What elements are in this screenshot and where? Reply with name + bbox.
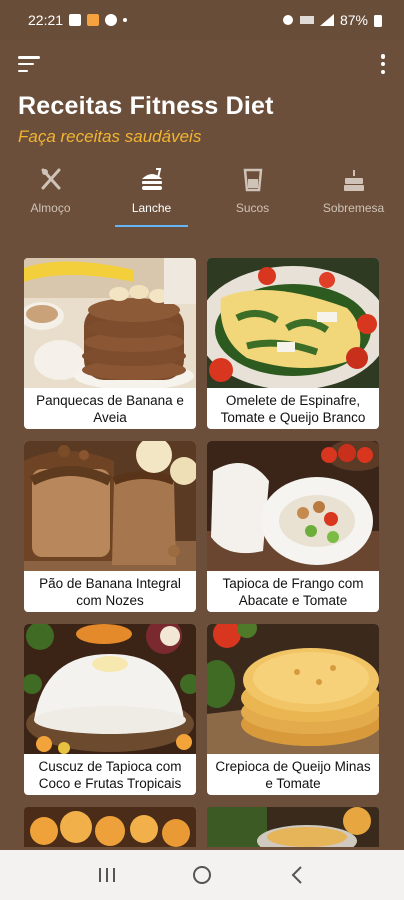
alarm-icon: [282, 15, 293, 25]
recipe-card[interactable]: Tapioca de Frango com Abacate e Tomate: [207, 441, 379, 612]
tab-almoco[interactable]: Almoço: [0, 161, 101, 227]
cup-icon: [243, 168, 262, 192]
page-subtitle: Faça receitas saudáveis: [18, 127, 202, 146]
page-title: Receitas Fitness Diet: [18, 92, 274, 120]
more-options-icon[interactable]: [380, 54, 386, 74]
recipe-grid: Panquecas de Banana e Aveia Omelete de E…: [24, 258, 380, 847]
app-notification-icon: [87, 14, 100, 26]
category-tabs: Almoço Lanche Sucos Sobremesa: [0, 161, 404, 227]
recipe-title: Panquecas de Banana e Aveia: [36, 392, 184, 425]
recipe-title: Pão de Banana Integral com Nozes: [39, 575, 181, 608]
system-nav-bar: [0, 850, 404, 900]
recipe-card-partial[interactable]: [24, 807, 196, 847]
tab-lanche[interactable]: Lanche: [101, 161, 202, 227]
recipe-image: [24, 624, 196, 754]
recipe-card[interactable]: Cuscuz de Tapioca com Coco e Frutas Trop…: [24, 624, 196, 795]
whatsapp-notification-icon: [105, 14, 118, 26]
battery-level: 87%: [339, 12, 368, 28]
more-notifications-icon: [123, 18, 128, 22]
recipe-title: Crepioca de Queijo Minas e Tomate: [215, 758, 371, 791]
recipe-image: [24, 258, 196, 388]
recipe-title: Omelete de Espinafre, Tomate e Queijo Br…: [220, 392, 366, 425]
tab-sucos[interactable]: Sucos: [202, 161, 303, 227]
recipe-card[interactable]: Omelete de Espinafre, Tomate e Queijo Br…: [207, 258, 379, 429]
menu-icon[interactable]: [18, 56, 40, 72]
recipe-image: [24, 441, 196, 571]
recipe-card[interactable]: Crepioca de Queijo Minas e Tomate: [207, 624, 379, 795]
status-right: 87%: [282, 12, 382, 28]
tab-label: Sucos: [235, 201, 270, 215]
recipe-card-partial[interactable]: [207, 807, 379, 847]
recipe-card[interactable]: Pão de Banana Integral com Nozes: [24, 441, 196, 612]
signal-icon: [319, 14, 334, 26]
app-bar: [0, 40, 404, 88]
recipe-title: Cuscuz de Tapioca com Coco e Frutas Trop…: [38, 758, 182, 791]
battery-icon: [374, 14, 382, 27]
status-left: 22:21: [28, 12, 128, 28]
tab-label: Almoço: [30, 201, 71, 215]
recipe-card[interactable]: Panquecas de Banana e Aveia: [24, 258, 196, 429]
network-data-icon: [299, 16, 314, 24]
recipe-title: Tapioca de Frango com Abacate e Tomate: [222, 575, 364, 608]
recipe-image: [207, 441, 379, 571]
fork-knife-icon: [41, 168, 60, 190]
back-icon[interactable]: [277, 860, 317, 890]
status-bar: 22:21 87%: [0, 0, 404, 40]
gallery-notification-icon: [69, 14, 82, 26]
recipe-image: [207, 258, 379, 388]
recent-apps-icon[interactable]: [87, 860, 127, 890]
tab-label: Sobremesa: [322, 201, 385, 215]
home-icon[interactable]: [182, 860, 222, 890]
tab-sobremesa[interactable]: Sobremesa: [303, 161, 404, 227]
burger-icon: [141, 168, 162, 190]
status-time: 22:21: [28, 12, 64, 28]
tab-label: Lanche: [131, 201, 172, 215]
recipe-image: [207, 624, 379, 754]
cake-icon: [343, 170, 364, 191]
